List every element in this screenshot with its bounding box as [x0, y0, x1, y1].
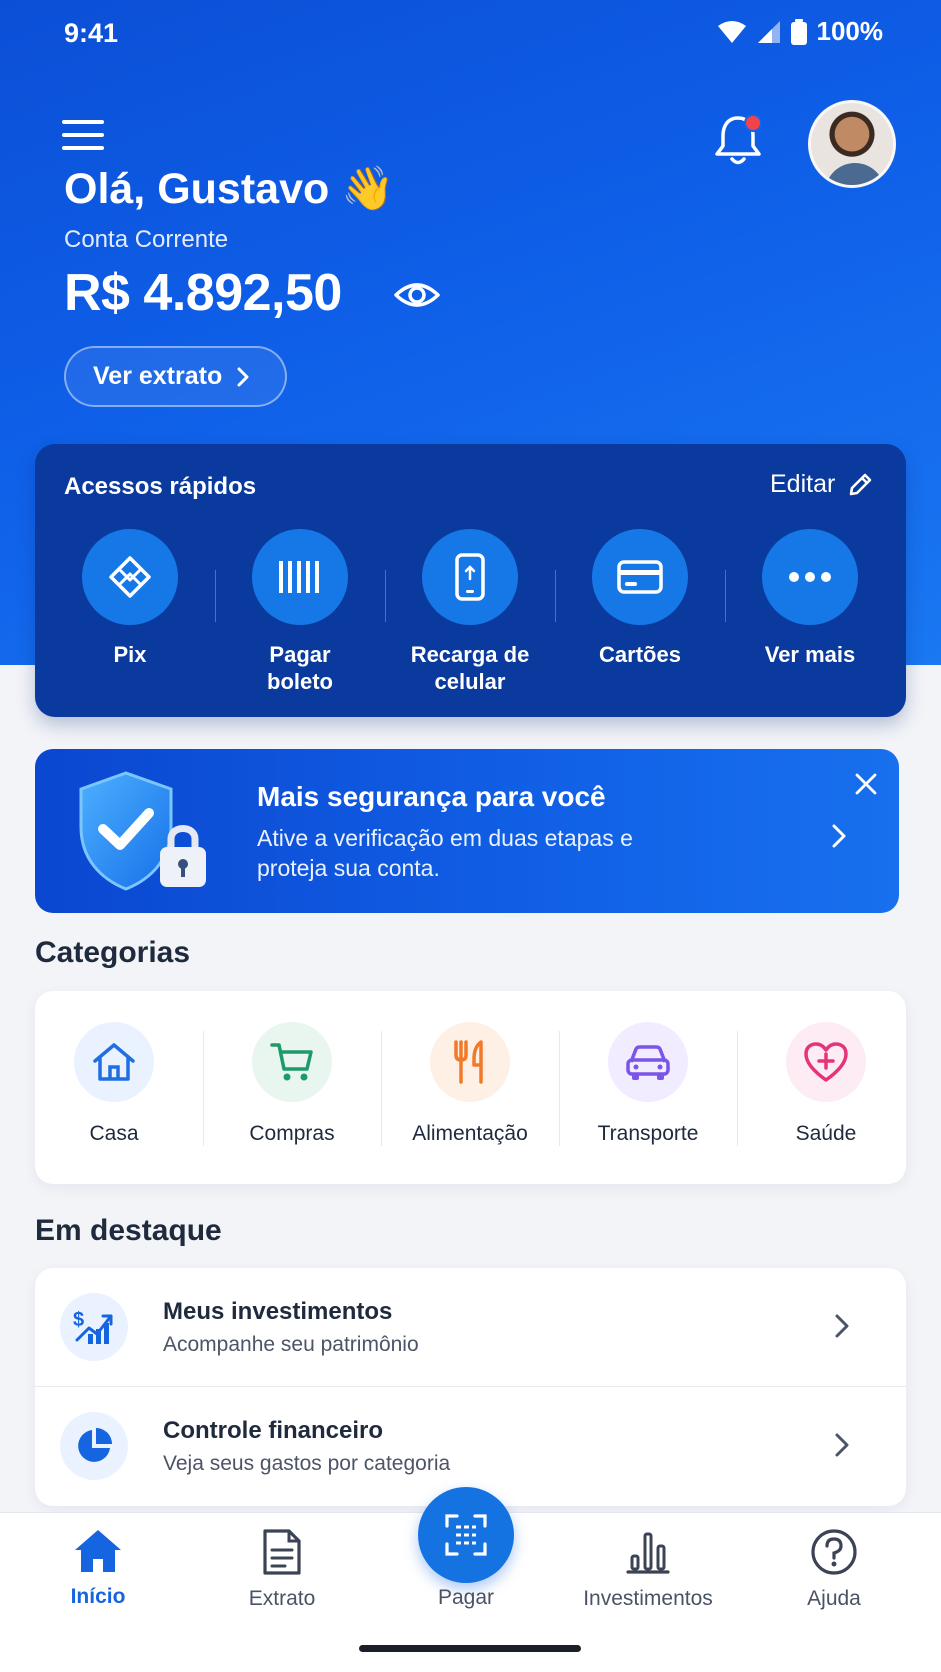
- featured-item-title: Controle financeiro: [163, 1417, 384, 1444]
- chevron-right-icon: [835, 1314, 849, 1338]
- category-home[interactable]: Casa: [25, 1022, 203, 1146]
- categories-title: Categorias: [35, 936, 191, 969]
- nav-statement[interactable]: Extrato: [202, 1528, 362, 1611]
- svg-text:$: $: [73, 1309, 84, 1331]
- shield-lock-icon: [79, 771, 206, 891]
- menu-icon[interactable]: [62, 120, 104, 154]
- quick-item-label: Ver mais: [764, 642, 856, 667]
- wifi-icon: [717, 20, 746, 43]
- featured-item-subtitle: Veja seus gastos por categoria: [163, 1452, 451, 1475]
- category-label: Casa: [89, 1122, 139, 1145]
- nav-label-pay: Pagar: [437, 1586, 495, 1609]
- category-health[interactable]: Saúde: [737, 1022, 915, 1146]
- fork-knife-icon: [454, 1040, 483, 1084]
- home-icon: [75, 1530, 121, 1572]
- home-indicator: [359, 1645, 581, 1652]
- category-label: Compras: [249, 1122, 335, 1145]
- account-type: Conta Corrente: [64, 226, 229, 253]
- balance-amount: R$ 4.892,50: [64, 264, 342, 322]
- house-icon: [93, 1043, 135, 1081]
- security-banner-text: Ative a verificação em duas etapas e pro…: [257, 825, 633, 881]
- pie-chart-icon: [78, 1428, 112, 1462]
- quick-item-pay-bill[interactable]: Pagar boleto: [215, 529, 385, 695]
- chevron-right-icon: [835, 1433, 849, 1457]
- nav-home[interactable]: Início: [18, 1528, 178, 1609]
- category-label: Alimentação: [412, 1122, 528, 1145]
- nav-label: Início: [70, 1585, 126, 1608]
- quick-item-phone-recharge[interactable]: Recarga de celular: [385, 529, 555, 695]
- nav-label: Extrato: [248, 1587, 316, 1610]
- featured-item-investments[interactable]: $ Meus investimentos Acompanhe seu patri…: [35, 1268, 906, 1386]
- quick-item-label: Pagar boleto: [267, 642, 333, 694]
- view-statement-button[interactable]: Ver extrato: [64, 346, 287, 407]
- category-transport[interactable]: Transporte: [559, 1022, 737, 1146]
- security-banner-title: Mais segurança para você: [257, 781, 606, 812]
- quick-item-more[interactable]: Ver mais: [725, 529, 895, 668]
- notification-badge: [744, 114, 762, 132]
- nav-help[interactable]: Ajuda: [754, 1528, 914, 1611]
- phone-recharge-icon: [455, 553, 485, 601]
- nav-label: Investimentos: [583, 1587, 713, 1610]
- category-shopping[interactable]: Compras: [203, 1022, 381, 1146]
- category-label: Transporte: [597, 1122, 699, 1145]
- featured-item-subtitle: Acompanhe seu patrimônio: [163, 1333, 419, 1356]
- view-statement-label: Ver extrato: [93, 362, 223, 390]
- nav-label: Ajuda: [807, 1587, 861, 1610]
- bar-chart-icon: [626, 1532, 670, 1574]
- card-icon: [617, 560, 663, 594]
- document-icon: [263, 1529, 301, 1575]
- featured-item-title: Meus investimentos: [163, 1298, 393, 1325]
- investment-chart-icon: $: [73, 1309, 113, 1344]
- pencil-icon: [850, 473, 872, 495]
- pay-button[interactable]: [418, 1487, 514, 1583]
- car-icon: [626, 1045, 670, 1080]
- featured-title: Em destaque: [35, 1214, 222, 1247]
- quick-item-cards[interactable]: Cartões: [555, 529, 725, 668]
- battery-percent: 100%: [816, 16, 884, 46]
- status-time: 9:41: [64, 18, 119, 48]
- signal-icon: [757, 20, 780, 43]
- edit-label: Editar: [770, 470, 836, 498]
- quick-item-pix[interactable]: Pix: [45, 529, 215, 668]
- close-icon[interactable]: [852, 770, 880, 798]
- category-food[interactable]: Alimentação: [381, 1022, 559, 1146]
- pix-icon: [109, 556, 151, 598]
- status-icons: 100%: [717, 16, 884, 47]
- nav-investments[interactable]: Investimentos: [568, 1528, 728, 1611]
- battery-icon: [790, 18, 807, 45]
- quick-item-label: Cartões: [599, 642, 681, 667]
- category-label: Saúde: [795, 1122, 857, 1145]
- status-bar: 9:41 100%: [0, 0, 941, 70]
- quick-item-label: Pix: [113, 642, 147, 667]
- quick-item-label: Recarga de celular: [410, 642, 530, 694]
- help-icon: [811, 1529, 857, 1575]
- edit-quick-access-button[interactable]: Editar: [770, 470, 873, 499]
- eye-icon[interactable]: [394, 275, 440, 315]
- cart-icon: [270, 1043, 313, 1081]
- heart-plus-icon: [804, 1042, 848, 1082]
- greeting: Olá, Gustavo 👋: [64, 165, 395, 213]
- barcode-icon: [279, 561, 319, 593]
- quick-access-title: Acessos rápidos: [64, 473, 257, 500]
- avatar[interactable]: [808, 100, 896, 188]
- more-icon: [789, 572, 831, 582]
- chevron-right-icon: [237, 367, 249, 386]
- chevron-right-icon: [832, 824, 846, 848]
- scan-icon: [445, 1514, 487, 1556]
